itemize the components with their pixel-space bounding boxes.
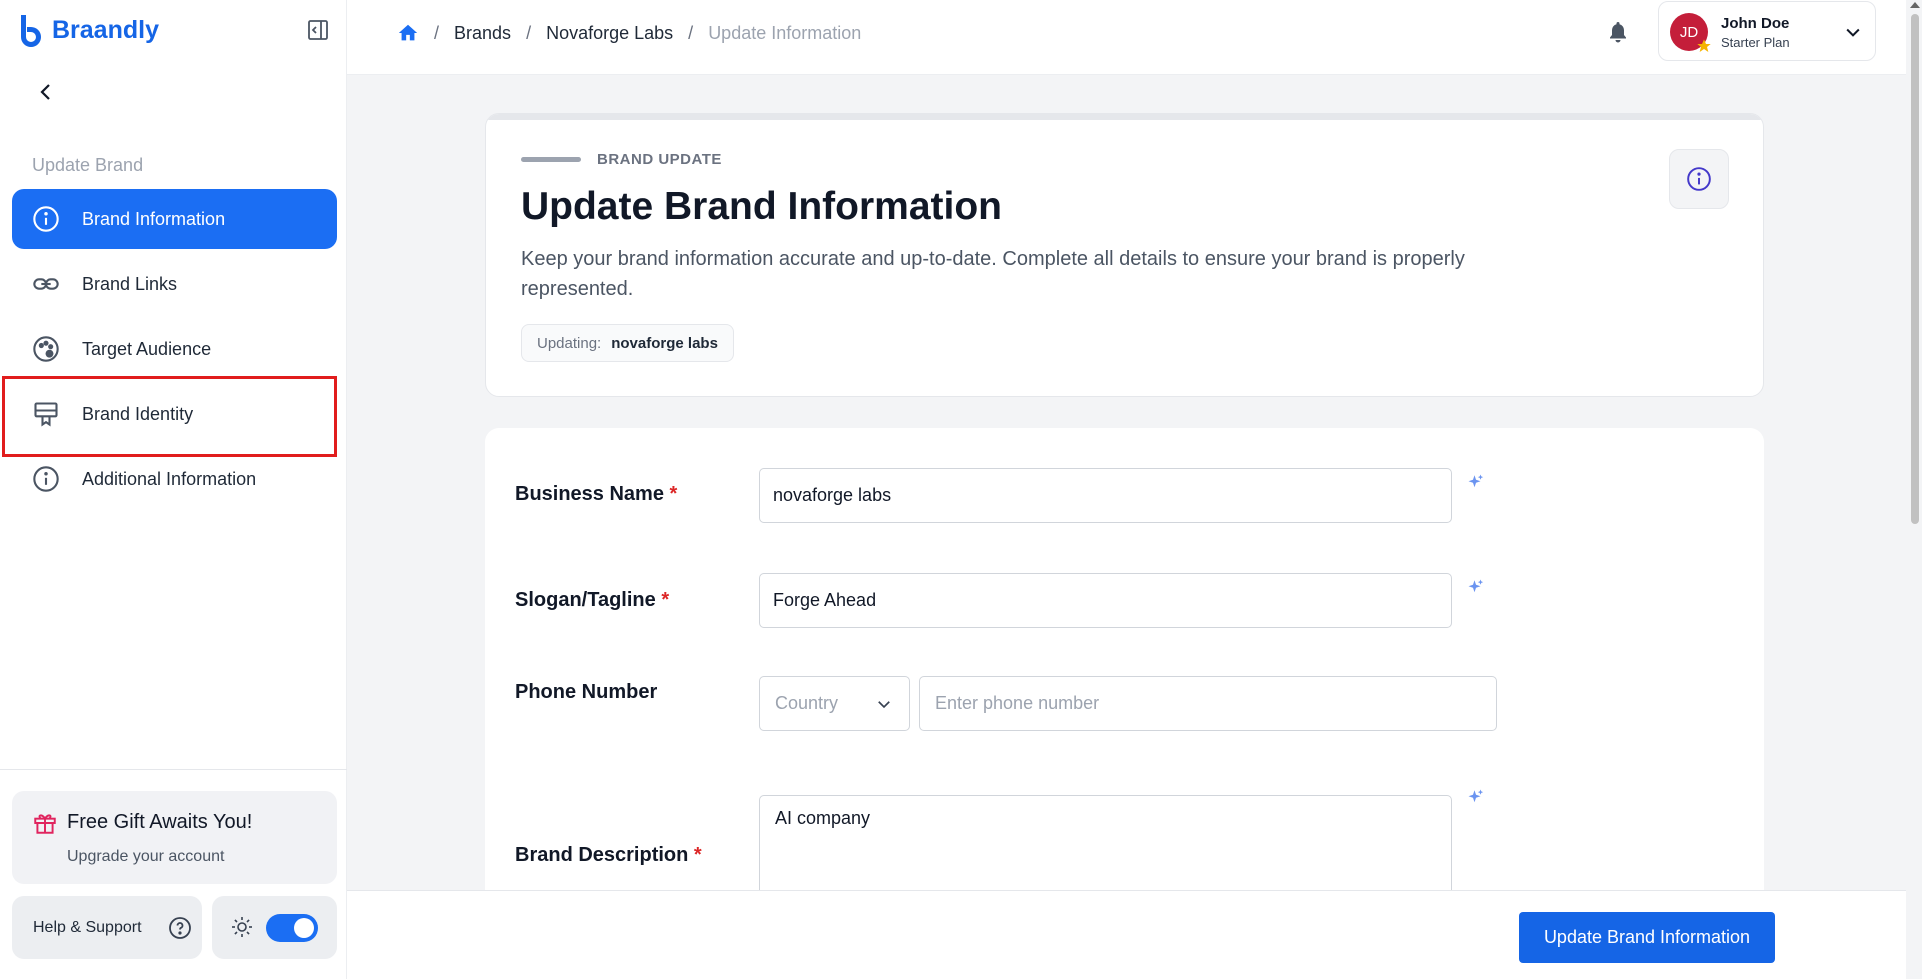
- phone-label: Phone Number: [515, 681, 657, 704]
- country-placeholder: Country: [775, 693, 839, 713]
- business-name-input[interactable]: [759, 468, 1452, 523]
- link-icon: [33, 278, 59, 290]
- updating-chip: Updating: novaforge labs: [521, 324, 734, 362]
- star-icon: [1697, 39, 1711, 52]
- country-select[interactable]: Country: [759, 676, 910, 731]
- chip-label: Updating:: [537, 334, 602, 352]
- sidebar-item-label: Target Audience: [82, 338, 212, 359]
- intro-card: BRAND UPDATE Update Brand Information Ke…: [485, 113, 1764, 397]
- form-footer: Update Brand Information: [347, 890, 1906, 979]
- brand-form: Business Name * Slogan/Tagline * Phone N…: [485, 428, 1764, 905]
- sidebar-section-label: Update Brand: [32, 155, 144, 175]
- braandly-logo-icon: [21, 15, 41, 47]
- user-name: John Doe: [1721, 15, 1790, 32]
- info-button[interactable]: [1669, 149, 1729, 209]
- required-marker: *: [661, 589, 670, 611]
- brand-description-label: Brand Description *: [515, 844, 702, 867]
- label-text: Phone Number: [515, 681, 658, 703]
- info-circle-icon: [1687, 167, 1711, 191]
- chevron-down-icon: [1846, 28, 1860, 37]
- card-top-accent: [486, 114, 1763, 120]
- sidebar-item-label: Brand Information: [82, 208, 226, 229]
- sidebar: Braandly Update Brand Brand Information …: [0, 0, 347, 979]
- gift-title: Free Gift Awaits You!: [67, 811, 253, 833]
- id-badge-icon: [34, 402, 58, 427]
- scrollbar-thumb[interactable]: [1911, 14, 1919, 524]
- breadcrumb-current: Update Information: [708, 22, 862, 43]
- page-title: Update Brand Information: [521, 185, 1003, 228]
- breadcrumb-separator: /: [526, 22, 532, 43]
- theme-switcher: [212, 896, 337, 959]
- sidebar-item-additional-information[interactable]: Additional Information: [12, 449, 337, 509]
- required-marker: *: [693, 844, 702, 866]
- breadcrumb-separator: /: [688, 22, 694, 43]
- business-name-label: Business Name *: [515, 483, 677, 506]
- eyebrow-label: BRAND UPDATE: [597, 151, 722, 168]
- sidebar-item-label: Brand Identity: [82, 403, 194, 424]
- palette-icon: [33, 336, 59, 362]
- sun-icon: [232, 917, 252, 937]
- slogan-label: Slogan/Tagline *: [515, 589, 669, 612]
- sidebar-item-brand-information[interactable]: Brand Information: [12, 189, 337, 249]
- back-arrow-icon[interactable]: [34, 80, 58, 104]
- breadcrumb: / Brands / Novaforge Labs / Update Infor…: [397, 22, 861, 44]
- chevron-down-icon: [878, 701, 890, 709]
- theme-toggle[interactable]: [266, 914, 318, 942]
- gift-subtitle: Upgrade your account: [67, 848, 225, 865]
- sidebar-item-label: Additional Information: [82, 468, 257, 489]
- label-text: Brand Description: [515, 844, 689, 866]
- user-menu[interactable]: JD John Doe Starter Plan: [1658, 1, 1876, 61]
- eyebrow-line: [521, 157, 581, 162]
- help-support-button[interactable]: Help & Support: [12, 896, 202, 959]
- app-logo[interactable]: Braandly: [16, 12, 159, 48]
- chip-value: novaforge labs: [611, 334, 718, 352]
- ai-sparkle-icon[interactable]: [1467, 788, 1485, 806]
- top-header: / Brands / Novaforge Labs / Update Infor…: [347, 0, 1922, 75]
- ai-sparkle-icon[interactable]: [1467, 578, 1485, 596]
- required-marker: *: [669, 483, 678, 505]
- breadcrumb-separator: /: [434, 22, 440, 43]
- phone-input[interactable]: [919, 676, 1497, 731]
- slogan-input[interactable]: [759, 573, 1452, 628]
- sidebar-item-brand-identity[interactable]: Brand Identity: [12, 384, 337, 444]
- home-icon[interactable]: [397, 22, 419, 44]
- sidebar-divider: [0, 769, 347, 770]
- breadcrumb-brands[interactable]: Brands: [454, 23, 511, 44]
- app-name: Braandly: [52, 15, 159, 44]
- ai-sparkle-icon[interactable]: [1467, 473, 1485, 491]
- sidebar-item-label: Brand Links: [82, 273, 178, 294]
- label-text: Slogan/Tagline: [515, 589, 656, 611]
- sidebar-item-brand-links[interactable]: Brand Links: [12, 254, 337, 314]
- help-support-label: Help & Support: [33, 918, 142, 936]
- page-scrollbar[interactable]: [1906, 0, 1922, 979]
- question-circle-icon: [168, 916, 191, 939]
- brand-description-textarea[interactable]: AI company: [759, 795, 1452, 905]
- gift-icon: [34, 814, 56, 834]
- bell-icon[interactable]: [1606, 19, 1630, 45]
- update-brand-button[interactable]: Update Brand Information: [1519, 912, 1775, 963]
- collapse-sidebar-icon[interactable]: [306, 18, 330, 42]
- gift-promo-card[interactable]: Free Gift Awaits You! Upgrade your accou…: [12, 791, 337, 884]
- sidebar-item-target-audience[interactable]: Target Audience: [12, 319, 337, 379]
- avatar: JD: [1670, 13, 1711, 52]
- page-description: Keep your brand information accurate and…: [521, 248, 1465, 300]
- label-text: Business Name: [515, 483, 664, 505]
- info-circle-icon: [33, 466, 59, 492]
- sidebar-nav: Brand Information Brand Links Target Aud…: [12, 189, 337, 514]
- scroll-up-arrow[interactable]: [1910, 2, 1920, 8]
- info-circle-icon: [33, 206, 59, 232]
- breadcrumb-brand[interactable]: Novaforge Labs: [546, 23, 673, 44]
- user-plan: Starter Plan: [1721, 35, 1790, 50]
